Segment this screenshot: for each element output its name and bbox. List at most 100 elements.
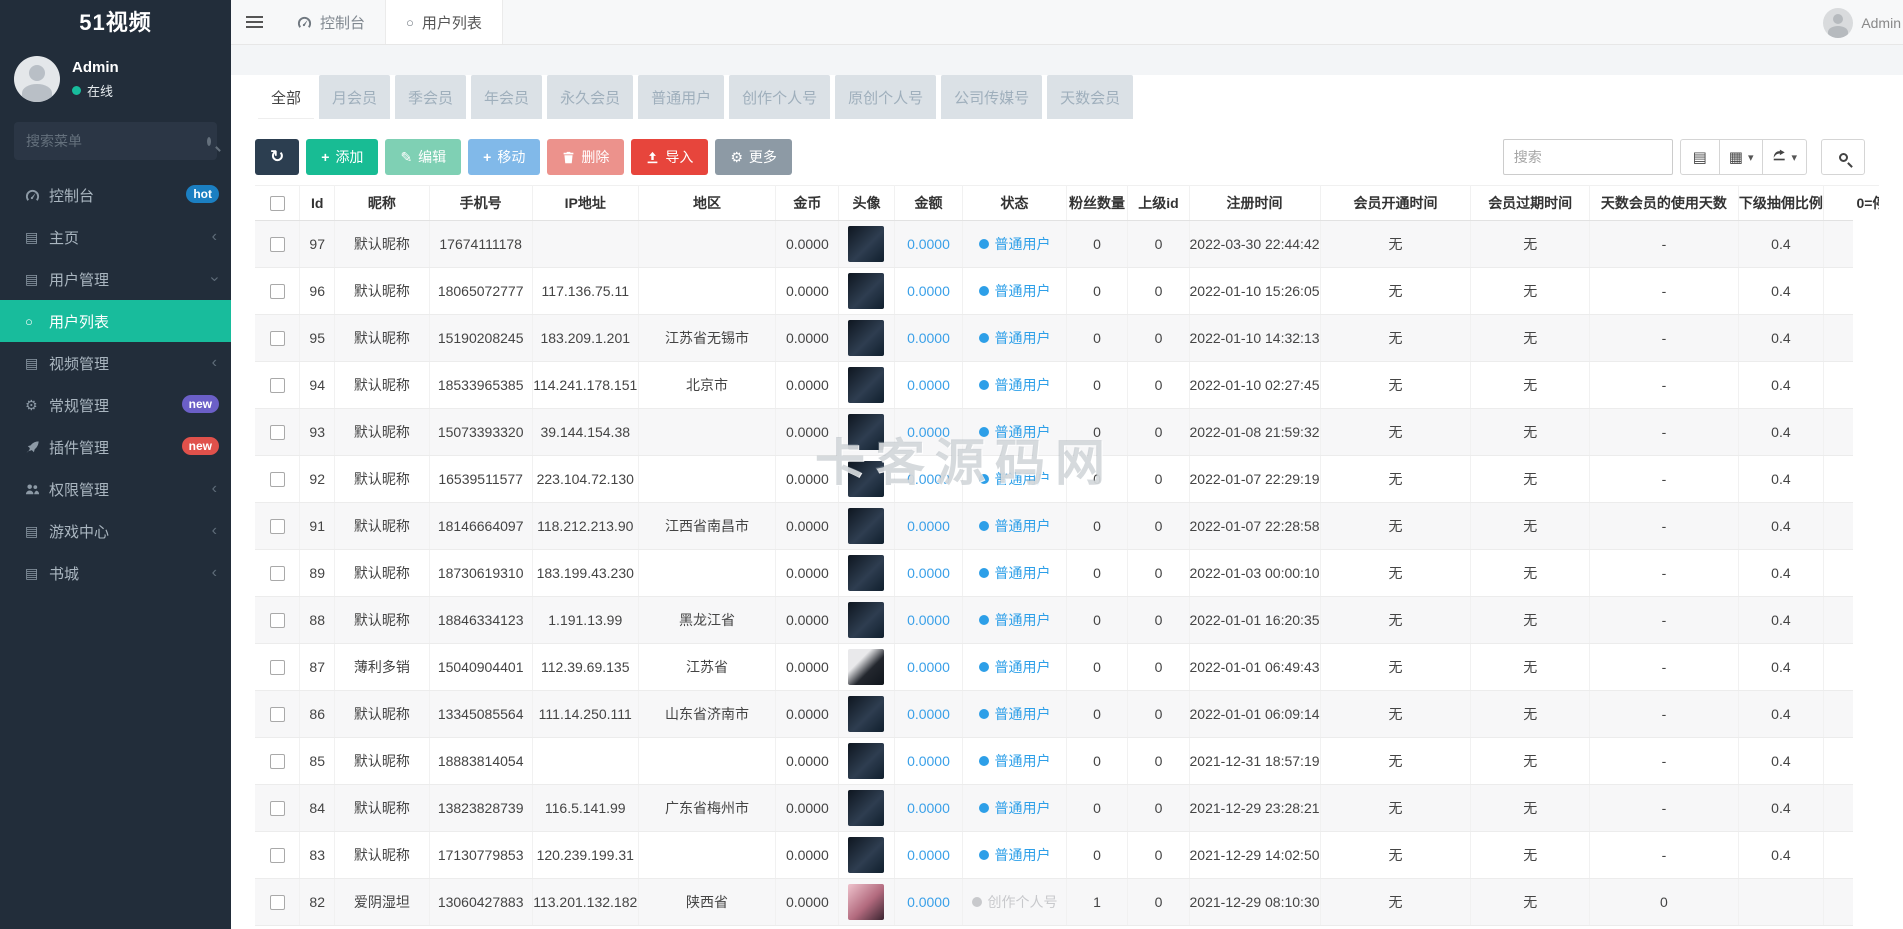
delete-button[interactable]: 删除 bbox=[547, 139, 624, 175]
checkbox-cell[interactable] bbox=[255, 315, 300, 362]
refresh-button[interactable]: ↻ bbox=[255, 139, 299, 175]
sidebar-item-general-mgmt[interactable]: ⚙常规管理new bbox=[0, 384, 231, 426]
filter-tab[interactable]: 公司传媒号 bbox=[941, 75, 1042, 119]
checkbox-cell[interactable] bbox=[255, 691, 300, 738]
row-checkbox[interactable] bbox=[270, 848, 285, 863]
checkbox-cell[interactable] bbox=[255, 785, 300, 832]
row-checkbox[interactable] bbox=[270, 566, 285, 581]
table-row[interactable]: 83默认昵称17130779853120.239.199.310.00000.0… bbox=[255, 832, 1879, 879]
table-row[interactable]: 86默认昵称13345085564111.14.250.111山东省济南市0.0… bbox=[255, 691, 1879, 738]
checkbox-cell[interactable] bbox=[255, 550, 300, 597]
amount-link[interactable]: 0.0000 bbox=[907, 518, 950, 534]
user-avatar[interactable] bbox=[848, 508, 884, 544]
amount-link[interactable]: 0.0000 bbox=[907, 847, 950, 863]
sidebar-item-console[interactable]: 控制台hot bbox=[0, 174, 231, 216]
amount-link[interactable]: 0.0000 bbox=[907, 612, 950, 628]
amount-link[interactable]: 0.0000 bbox=[907, 565, 950, 581]
user-avatar[interactable] bbox=[848, 602, 884, 638]
user-avatar[interactable] bbox=[848, 320, 884, 356]
filter-tab[interactable]: 全部 bbox=[258, 75, 314, 119]
filter-tab[interactable]: 原创个人号 bbox=[835, 75, 936, 119]
table-row[interactable]: 94默认昵称18533965385114.241.178.151北京市0.000… bbox=[255, 362, 1879, 409]
filter-tab[interactable]: 年会员 bbox=[471, 75, 542, 119]
sidebar-search[interactable] bbox=[14, 122, 217, 160]
filter-tab[interactable]: 普通用户 bbox=[638, 75, 724, 119]
sidebar-item-user-mgmt[interactable]: ▤用户管理‹ bbox=[0, 258, 231, 300]
checkbox-cell[interactable] bbox=[255, 832, 300, 879]
user-avatar[interactable] bbox=[848, 743, 884, 779]
filter-tab[interactable]: 创作个人号 bbox=[729, 75, 830, 119]
row-checkbox[interactable] bbox=[270, 660, 285, 675]
checkbox-cell[interactable] bbox=[255, 879, 300, 926]
table-row[interactable]: 95默认昵称15190208245183.209.1.201江苏省无锡市0.00… bbox=[255, 315, 1879, 362]
row-checkbox[interactable] bbox=[270, 472, 285, 487]
user-avatar[interactable] bbox=[848, 273, 884, 309]
sidebar-item-game-center[interactable]: ▤游戏中心‹ bbox=[0, 510, 231, 552]
more-button[interactable]: ⚙更多 bbox=[715, 139, 792, 175]
amount-link[interactable]: 0.0000 bbox=[907, 377, 950, 393]
filter-tab[interactable]: 永久会员 bbox=[547, 75, 633, 119]
table-row[interactable]: 92默认昵称16539511577223.104.72.1300.00000.0… bbox=[255, 456, 1879, 503]
checkbox-cell[interactable] bbox=[255, 221, 300, 268]
filter-tab[interactable]: 月会员 bbox=[319, 75, 390, 119]
select-all-header[interactable] bbox=[255, 186, 300, 221]
sidebar-search-input[interactable] bbox=[26, 133, 207, 149]
table-row[interactable]: 91默认昵称18146664097118.212.213.90江西省南昌市0.0… bbox=[255, 503, 1879, 550]
row-checkbox[interactable] bbox=[270, 613, 285, 628]
table-row[interactable]: 93默认昵称1507339332039.144.154.380.00000.00… bbox=[255, 409, 1879, 456]
sidebar-item-video-mgmt[interactable]: ▤视频管理‹ bbox=[0, 342, 231, 384]
topbar-tab-console[interactable]: 控制台 bbox=[277, 0, 385, 44]
import-button[interactable]: 导入 bbox=[631, 139, 708, 175]
row-checkbox[interactable] bbox=[270, 801, 285, 816]
detail-view-button[interactable]: ▤ bbox=[1680, 139, 1720, 175]
checkbox-cell[interactable] bbox=[255, 597, 300, 644]
user-avatar[interactable] bbox=[848, 884, 884, 920]
search-button[interactable] bbox=[1821, 139, 1865, 175]
table-row[interactable]: 84默认昵称13823828739116.5.141.99广东省梅州市0.000… bbox=[255, 785, 1879, 832]
columns-button[interactable]: ▦▾ bbox=[1720, 139, 1764, 175]
move-button[interactable]: +移动 bbox=[468, 139, 540, 175]
amount-link[interactable]: 0.0000 bbox=[907, 753, 950, 769]
export-button[interactable]: ▾ bbox=[1763, 139, 1807, 175]
checkbox-cell[interactable] bbox=[255, 409, 300, 456]
amount-link[interactable]: 0.0000 bbox=[907, 706, 950, 722]
row-checkbox[interactable] bbox=[270, 378, 285, 393]
amount-link[interactable]: 0.0000 bbox=[907, 800, 950, 816]
checkbox-cell[interactable] bbox=[255, 644, 300, 691]
table-row[interactable]: 96默认昵称18065072777117.136.75.110.00000.00… bbox=[255, 268, 1879, 315]
checkbox-cell[interactable] bbox=[255, 268, 300, 315]
sidebar-item-home[interactable]: ▤主页‹ bbox=[0, 216, 231, 258]
row-checkbox[interactable] bbox=[270, 895, 285, 910]
row-checkbox[interactable] bbox=[270, 331, 285, 346]
user-avatar[interactable] bbox=[848, 837, 884, 873]
checkbox-cell[interactable] bbox=[255, 456, 300, 503]
filter-tab[interactable]: 天数会员 bbox=[1047, 75, 1133, 119]
table-row[interactable]: 85默认昵称188838140540.00000.0000普通用户002021-… bbox=[255, 738, 1879, 785]
amount-link[interactable]: 0.0000 bbox=[907, 894, 950, 910]
filter-tab[interactable]: 季会员 bbox=[395, 75, 466, 119]
edit-button[interactable]: ✎编辑 bbox=[385, 139, 461, 175]
row-checkbox[interactable] bbox=[270, 284, 285, 299]
row-checkbox[interactable] bbox=[270, 519, 285, 534]
checkbox-cell[interactable] bbox=[255, 738, 300, 785]
menu-toggle-icon[interactable] bbox=[231, 0, 277, 44]
admin-avatar[interactable] bbox=[14, 56, 60, 102]
user-avatar[interactable] bbox=[848, 649, 884, 685]
checkbox-cell[interactable] bbox=[255, 362, 300, 409]
row-checkbox[interactable] bbox=[270, 707, 285, 722]
amount-link[interactable]: 0.0000 bbox=[907, 424, 950, 440]
user-avatar[interactable] bbox=[848, 790, 884, 826]
row-checkbox[interactable] bbox=[270, 754, 285, 769]
sidebar-item-auth-mgmt[interactable]: 权限管理‹ bbox=[0, 468, 231, 510]
amount-link[interactable]: 0.0000 bbox=[907, 283, 950, 299]
amount-link[interactable]: 0.0000 bbox=[907, 330, 950, 346]
table-row[interactable]: 97默认昵称176741111780.00000.0000普通用户002022-… bbox=[255, 221, 1879, 268]
sidebar-item-plugin-mgmt[interactable]: 插件管理new bbox=[0, 426, 231, 468]
sidebar-item-book-city[interactable]: ▤书城‹ bbox=[0, 552, 231, 594]
amount-link[interactable]: 0.0000 bbox=[907, 659, 950, 675]
row-checkbox[interactable] bbox=[270, 425, 285, 440]
table-row[interactable]: 89默认昵称18730619310183.199.43.2300.00000.0… bbox=[255, 550, 1879, 597]
row-checkbox[interactable] bbox=[270, 237, 285, 252]
user-avatar[interactable] bbox=[848, 226, 884, 262]
sidebar-item-user-list[interactable]: ○用户列表 bbox=[0, 300, 231, 342]
